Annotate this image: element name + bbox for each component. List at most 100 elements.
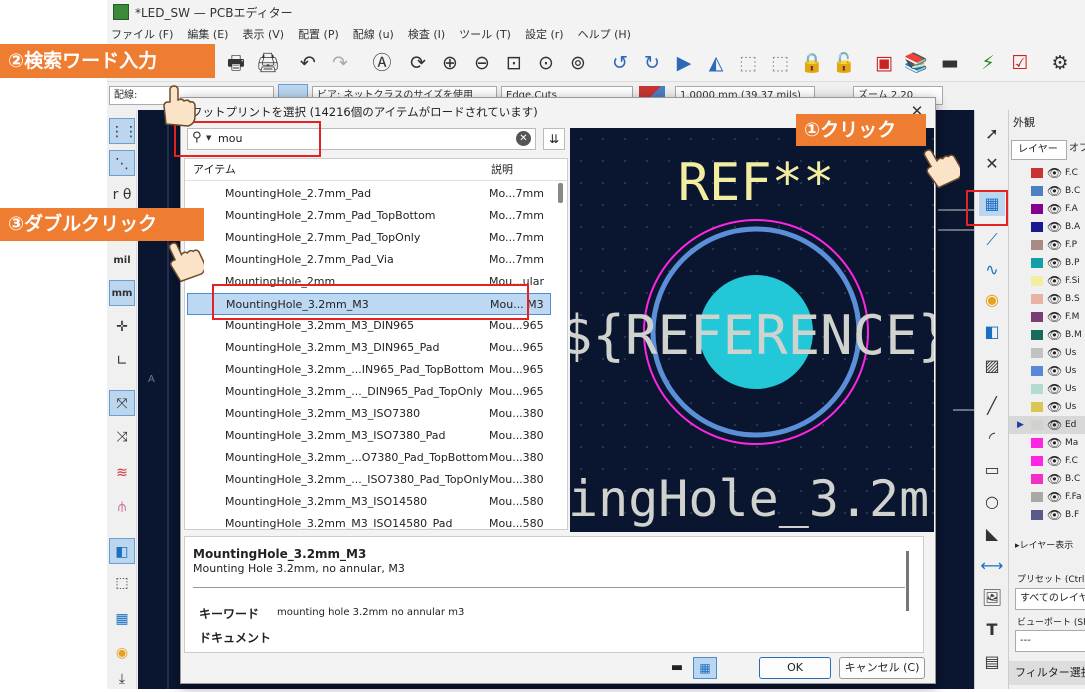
eye-icon[interactable]: 👁 xyxy=(1047,236,1062,254)
list-scrollbar[interactable] xyxy=(558,183,563,203)
add-via-icon[interactable]: ◉ xyxy=(979,288,1005,312)
show-footprint-icon[interactable]: ▬ xyxy=(666,657,688,679)
layer-color-swatch[interactable] xyxy=(1031,402,1043,412)
layer-row[interactable]: 👁 B.C xyxy=(1009,182,1085,200)
list-item[interactable]: MountingHole_3.2mm_M3_ISO7380_Pad Mou...3… xyxy=(185,425,557,447)
layer-row[interactable]: 👁 Us xyxy=(1009,398,1085,416)
zone-fill-icon[interactable]: ◧ xyxy=(109,538,135,564)
layer-row[interactable]: 👁 Us xyxy=(1009,362,1085,380)
curved-ratsnest-icon[interactable]: ⤨ xyxy=(109,424,135,450)
details-scrollbar[interactable] xyxy=(906,551,909,611)
eye-icon[interactable]: 👁 xyxy=(1047,254,1062,272)
layer-row[interactable]: 👁 B.A xyxy=(1009,218,1085,236)
add-zone-icon[interactable]: ◧ xyxy=(979,320,1005,344)
menu-help[interactable]: ヘルプ (H) xyxy=(578,26,631,42)
layer-row[interactable]: 👁 F.C xyxy=(1009,164,1085,182)
layer-color-swatch[interactable] xyxy=(1031,222,1043,232)
units-mm-button[interactable]: mm xyxy=(109,280,135,306)
net-inspector-icon[interactable]: ◉ xyxy=(109,640,135,666)
layer-row[interactable]: 👁 B.P xyxy=(1009,254,1085,272)
tab-layers[interactable]: レイヤー xyxy=(1011,140,1067,160)
netlist-icon[interactable]: ⚡ xyxy=(975,50,1001,76)
grid-toggle-icon[interactable]: ⋮⋮ xyxy=(109,118,138,144)
layer-row[interactable]: 👁 F.P xyxy=(1009,236,1085,254)
list-item[interactable]: MountingHole_3.2mm_M3_ISO14580_Pad Mou...… xyxy=(185,513,557,529)
layer-row[interactable]: 👁 B.M xyxy=(1009,326,1085,344)
tune-length-icon[interactable]: ∿ xyxy=(979,258,1005,282)
group-icon[interactable]: ⬚ xyxy=(735,50,761,76)
layer-color-swatch[interactable] xyxy=(1031,366,1043,376)
eye-icon[interactable]: 👁 xyxy=(1047,416,1062,434)
layer-color-swatch[interactable] xyxy=(1031,258,1043,268)
eye-icon[interactable]: 👁 xyxy=(1047,470,1062,488)
rule-area-icon[interactable]: ▨ xyxy=(979,354,1005,378)
column-item[interactable]: アイテム xyxy=(193,159,236,181)
layer-row[interactable]: 👁 Ma xyxy=(1009,434,1085,452)
layer-color-swatch[interactable] xyxy=(1031,474,1043,484)
ratsnest-icon[interactable]: ⤧ xyxy=(109,390,135,416)
layer-row[interactable]: 👁 Us xyxy=(1009,380,1085,398)
layer-row[interactable]: 👁 B.S xyxy=(1009,290,1085,308)
pad-outline-icon[interactable]: ▦ xyxy=(109,606,135,632)
layer-row[interactable]: 👁 F.Fa xyxy=(1009,488,1085,506)
zone-outline-icon[interactable]: ⬚ xyxy=(109,570,135,596)
menu-settings[interactable]: 設定 (r) xyxy=(525,26,564,42)
highlight-net-icon[interactable]: ⤓ xyxy=(109,666,135,692)
redo-icon[interactable]: ↷ xyxy=(327,50,353,76)
footprint-browser-icon[interactable]: 📚 xyxy=(903,50,929,76)
layer-row[interactable]: 👁 F.A xyxy=(1009,200,1085,218)
rotate-cw-icon[interactable]: ↻ xyxy=(639,50,665,76)
clear-search-icon[interactable]: ✕ xyxy=(516,131,531,146)
rotate-ccw-icon[interactable]: ↺ xyxy=(607,50,633,76)
preset-combo[interactable]: すべてのレイヤ xyxy=(1015,588,1085,610)
eye-icon[interactable]: 👁 xyxy=(1047,362,1062,380)
eye-icon[interactable]: 👁 xyxy=(1047,434,1062,452)
eye-icon[interactable]: 👁 xyxy=(1047,218,1062,236)
units-mil-button[interactable]: mil xyxy=(109,248,135,274)
ungroup-icon[interactable]: ⬚ xyxy=(767,50,793,76)
eye-icon[interactable]: 👁 xyxy=(1047,272,1062,290)
cursor-style-icon[interactable]: ✛ xyxy=(109,314,135,340)
add-textbox-icon[interactable]: ▤ xyxy=(979,650,1005,674)
layer-color-swatch[interactable] xyxy=(1031,276,1043,286)
refresh-icon[interactable]: ⟳ xyxy=(405,50,431,76)
print-icon[interactable]: 🖶 xyxy=(223,50,249,76)
list-item[interactable]: MountingHole_3.2mm_M3_ISO7380 Mou...380 xyxy=(185,403,557,425)
tab-objects[interactable]: オブ xyxy=(1067,140,1085,160)
sort-icon[interactable]: ⇊ xyxy=(543,128,565,150)
undo-icon[interactable]: ↶ xyxy=(295,50,321,76)
layer-color-swatch[interactable] xyxy=(1031,204,1043,214)
via-outline-icon[interactable]: ⫛ xyxy=(109,494,135,520)
list-item[interactable]: MountingHole_3.2mm_M3_DIN965_Pad Mou...96… xyxy=(185,337,557,359)
list-item[interactable]: MountingHole_3.2mm_M3_ISO14580 Mou...580 xyxy=(185,491,557,513)
dimension-icon[interactable]: ⟷ xyxy=(979,554,1005,578)
zoom-selection-icon[interactable]: ⊚ xyxy=(565,50,591,76)
track-outline-icon[interactable]: ≋ xyxy=(109,460,135,486)
menu-route[interactable]: 配線 (u) xyxy=(353,26,394,42)
draw-circle-icon[interactable]: ○ xyxy=(979,490,1005,514)
layer-color-swatch[interactable] xyxy=(1031,312,1043,322)
list-item[interactable]: MountingHole_2.7mm_Pad_TopBottom Mo...7mm xyxy=(185,205,557,227)
layer-color-swatch[interactable] xyxy=(1031,330,1043,340)
layer-color-swatch[interactable] xyxy=(1031,240,1043,250)
layer-row[interactable]: 👁 F.C xyxy=(1009,452,1085,470)
zoom-out-icon[interactable]: ⊖ xyxy=(469,50,495,76)
layer-row[interactable]: 👁 F.M xyxy=(1009,308,1085,326)
list-item[interactable]: MountingHole_3.2mm_...IN965_Pad_TopBotto… xyxy=(185,359,557,381)
eye-icon[interactable]: 👁 xyxy=(1047,200,1062,218)
eye-icon[interactable]: 👁 xyxy=(1047,290,1062,308)
drc-icon[interactable]: ☑ xyxy=(1007,50,1033,76)
cancel-button[interactable]: キャンセル (C) xyxy=(839,657,925,679)
list-item[interactable]: MountingHole_2.7mm_Pad_TopOnly Mo...7mm xyxy=(185,227,557,249)
layer-row[interactable]: 👁 B.C xyxy=(1009,470,1085,488)
layer-row[interactable]: 👁 F.Si xyxy=(1009,272,1085,290)
draw-rect-icon[interactable]: ▭ xyxy=(979,458,1005,482)
eye-icon[interactable]: 👁 xyxy=(1047,344,1062,362)
layer-color-swatch[interactable] xyxy=(1031,186,1043,196)
polar-coords-icon[interactable]: r θ xyxy=(109,182,135,208)
eye-icon[interactable]: 👁 xyxy=(1047,506,1062,524)
layer-color-swatch[interactable] xyxy=(1031,438,1043,448)
mirror-icon[interactable]: ◭ xyxy=(703,50,729,76)
menu-view[interactable]: 表示 (V) xyxy=(242,26,284,42)
local-coords-icon[interactable]: ∟ xyxy=(109,348,135,374)
